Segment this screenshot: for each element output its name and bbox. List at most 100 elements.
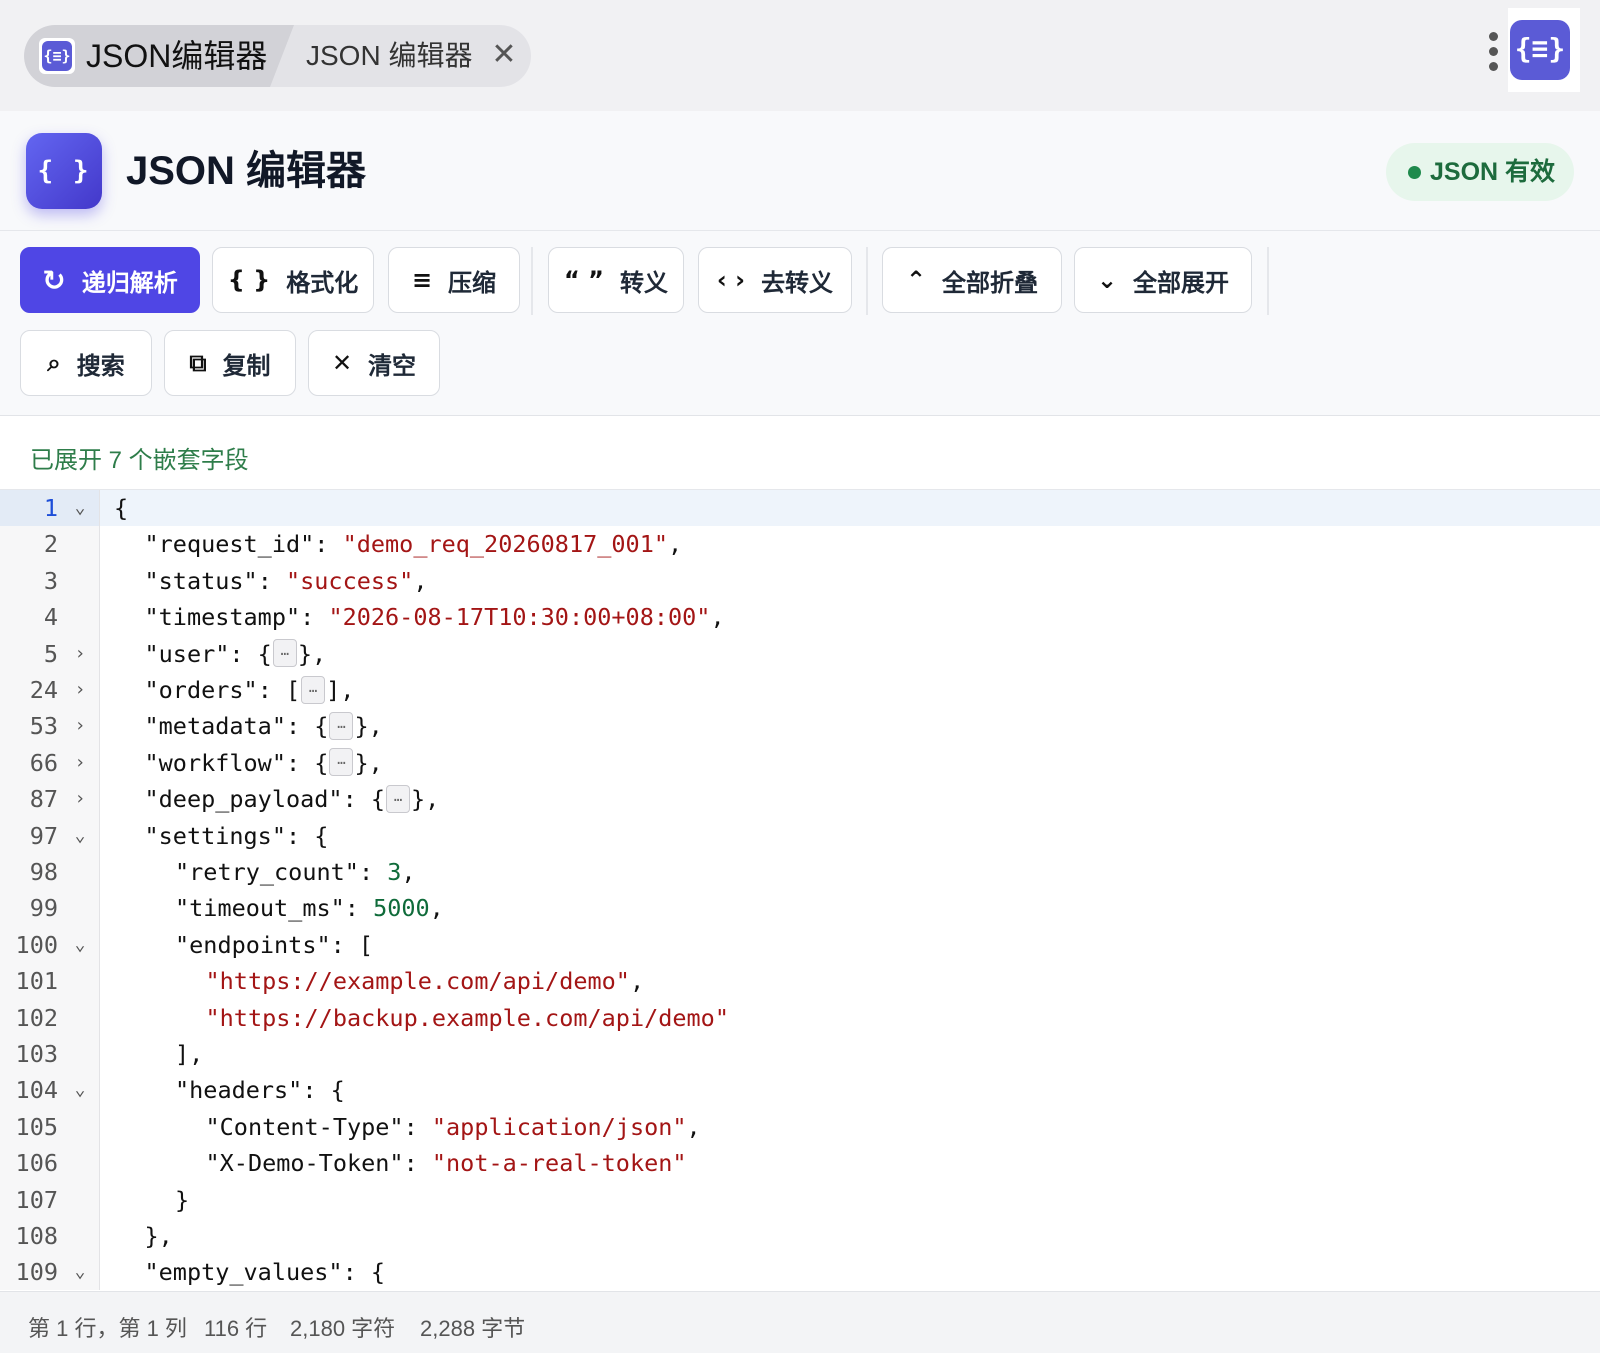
json-punctuation: : (403, 1149, 432, 1178)
json-string: "https://backup.example.com/api/demo" (205, 1003, 729, 1032)
code-line[interactable]: 104 ⌄ "headers": { (0, 1072, 1600, 1108)
code-line[interactable]: 106 "X-Demo-Token": "not-a-real-token" (0, 1145, 1600, 1181)
clear-button[interactable]: ✕ 清空 (308, 330, 440, 396)
json-key: "workflow" (144, 748, 286, 777)
collapse-all-button[interactable]: ⌃ 全部折叠 (882, 247, 1062, 313)
fold-chevron-right-icon[interactable]: › (70, 745, 90, 781)
json-punctuation: }, (411, 785, 440, 814)
line-number: 108 (15, 1222, 58, 1250)
code-text: "orders": […], (145, 672, 354, 708)
code-line[interactable]: 99 "timeout_ms": 5000, (0, 890, 1600, 926)
byte-count: 2,288 字节 (420, 1316, 526, 1341)
fold-chevron-down-icon[interactable]: ⌄ (70, 490, 90, 526)
json-punctuation: : (314, 530, 343, 559)
chevron-up-icon: ⌃ (905, 266, 927, 294)
status-badge: JSON 有效 (1386, 143, 1574, 201)
code-line[interactable]: 109 ⌄ "empty_values": { (0, 1254, 1600, 1290)
code-line[interactable]: 103], (0, 1036, 1600, 1072)
code-line[interactable]: 108}, (0, 1218, 1600, 1254)
json-key: "metadata" (144, 712, 286, 741)
unescape-button[interactable]: ‹ › 去转义 (698, 247, 852, 313)
fold-placeholder[interactable]: … (329, 748, 354, 777)
fold-chevron-down-icon[interactable]: ⌄ (70, 1254, 90, 1290)
expand-all-button[interactable]: ⌄ 全部展开 (1074, 247, 1252, 313)
line-number: 24 (29, 676, 58, 704)
json-key: "timestamp" (144, 603, 301, 632)
copy-icon: ⧉ (189, 349, 207, 377)
code-text: "deep_payload": {…}, (144, 781, 440, 817)
close-icon: ✕ (331, 349, 353, 377)
tab-title: JSON编辑器 (86, 38, 268, 74)
code-line[interactable]: 107} (0, 1182, 1600, 1218)
json-string: "application/json" (431, 1112, 687, 1141)
json-braces-icon: {≡} (1510, 20, 1570, 80)
code-line[interactable]: 53 › "metadata": {…}, (0, 708, 1600, 744)
extension-button[interactable]: {≡} (1508, 8, 1580, 92)
fold-chevron-right-icon[interactable]: › (70, 672, 90, 708)
compress-button[interactable]: ≡ 压缩 (388, 247, 520, 313)
code-line[interactable]: 102 "https://backup.example.com/api/demo" (0, 1000, 1600, 1036)
code-text: }, (145, 1218, 173, 1254)
code-line[interactable]: 1 ⌄ { (0, 490, 1600, 526)
code-text: ], (175, 1036, 203, 1072)
fold-chevron-right-icon[interactable]: › (70, 636, 90, 672)
refresh-icon: ↻ (42, 263, 66, 297)
json-punctuation: : (344, 894, 374, 923)
code-line[interactable]: 98 "retry_count": 3, (0, 854, 1600, 890)
app-header: { } JSON 编辑器 JSON 有效 (0, 111, 1600, 231)
message-bar: 已展开 7 个嵌套字段 (0, 416, 1600, 490)
clear-label: 清空 (368, 352, 417, 380)
line-number: 106 (15, 1149, 58, 1178)
tab-json-editor[interactable]: JSON 编辑器 (306, 38, 472, 74)
chevron-down-icon: ⌄ (1096, 266, 1118, 294)
code-line[interactable]: 87 › "deep_payload": {…}, (0, 781, 1600, 817)
json-punctuation: : { (229, 639, 272, 668)
fold-placeholder[interactable]: … (386, 784, 411, 813)
code-line[interactable]: 3 "status": "success", (0, 563, 1600, 599)
code-line[interactable]: 105 "Content-Type": "application/json", (0, 1109, 1600, 1145)
format-button[interactable]: { } 格式化 (212, 247, 374, 313)
fold-chevron-right-icon[interactable]: › (70, 708, 90, 744)
copy-button[interactable]: ⧉ 复制 (164, 330, 296, 396)
code-text: "https://example.com/api/demo", (206, 963, 645, 999)
close-icon[interactable]: ✕ (488, 39, 520, 71)
more-options-icon[interactable] (1481, 32, 1505, 78)
tab-json-editor-active[interactable]: {≡} JSON编辑器 (24, 25, 294, 87)
line-number: 3 (43, 566, 58, 595)
json-key: "deep_payload" (144, 785, 343, 814)
fold-chevron-down-icon[interactable]: ⌄ (70, 1072, 90, 1108)
line-number: 103 (15, 1040, 58, 1068)
fold-placeholder[interactable]: … (272, 639, 297, 668)
code-line[interactable]: 4 "timestamp": "2026-08-17T10:30:00+08:00… (0, 599, 1600, 635)
line-number: 105 (15, 1112, 58, 1141)
code-line[interactable]: 24 › "orders": […], (0, 672, 1600, 708)
recursive-parse-button[interactable]: ↻ 递归解析 (20, 247, 200, 313)
fold-placeholder[interactable]: … (329, 711, 354, 740)
code-line[interactable]: 97 ⌄ "settings": { (0, 818, 1600, 854)
fold-chevron-down-icon[interactable]: ⌄ (70, 818, 90, 854)
json-punctuation: : (358, 858, 388, 886)
code-line[interactable]: 66 › "workflow": {…}, (0, 745, 1600, 781)
code-line[interactable]: 5 › "user": {…}, (0, 636, 1600, 672)
code-editor[interactable]: 1 ⌄ {2 "request_id": "demo_req_20260817_001… (0, 490, 1600, 1290)
code-line[interactable]: 100 ⌄ "endpoints": [ (0, 927, 1600, 963)
toolbar-separator (531, 247, 533, 315)
code-text: { (114, 490, 128, 526)
fold-placeholder[interactable]: … (301, 675, 326, 704)
json-punctuation: }, (144, 1222, 173, 1250)
escape-button[interactable]: “ ” 转义 (548, 247, 684, 313)
code-line[interactable]: 2 "request_id": "demo_req_20260817_001", (0, 526, 1600, 562)
toolbar-separator (1267, 247, 1269, 315)
recursive-parse-label: 递归解析 (81, 269, 178, 297)
json-punctuation: : (403, 1112, 432, 1141)
json-string: "2026-08-17T10:30:00+08:00" (328, 603, 711, 632)
json-key: "Content-Type" (205, 1112, 404, 1141)
json-number: 3 (387, 858, 402, 886)
app-logo: { } (26, 133, 102, 209)
code-line[interactable]: 101 "https://example.com/api/demo", (0, 963, 1600, 999)
fold-chevron-down-icon[interactable]: ⌄ (70, 927, 90, 963)
search-button[interactable]: ⌕ 搜索 (20, 330, 152, 396)
fold-chevron-right-icon[interactable]: › (70, 781, 90, 817)
json-punctuation: : { (285, 821, 329, 850)
code-text: } (175, 1182, 189, 1218)
